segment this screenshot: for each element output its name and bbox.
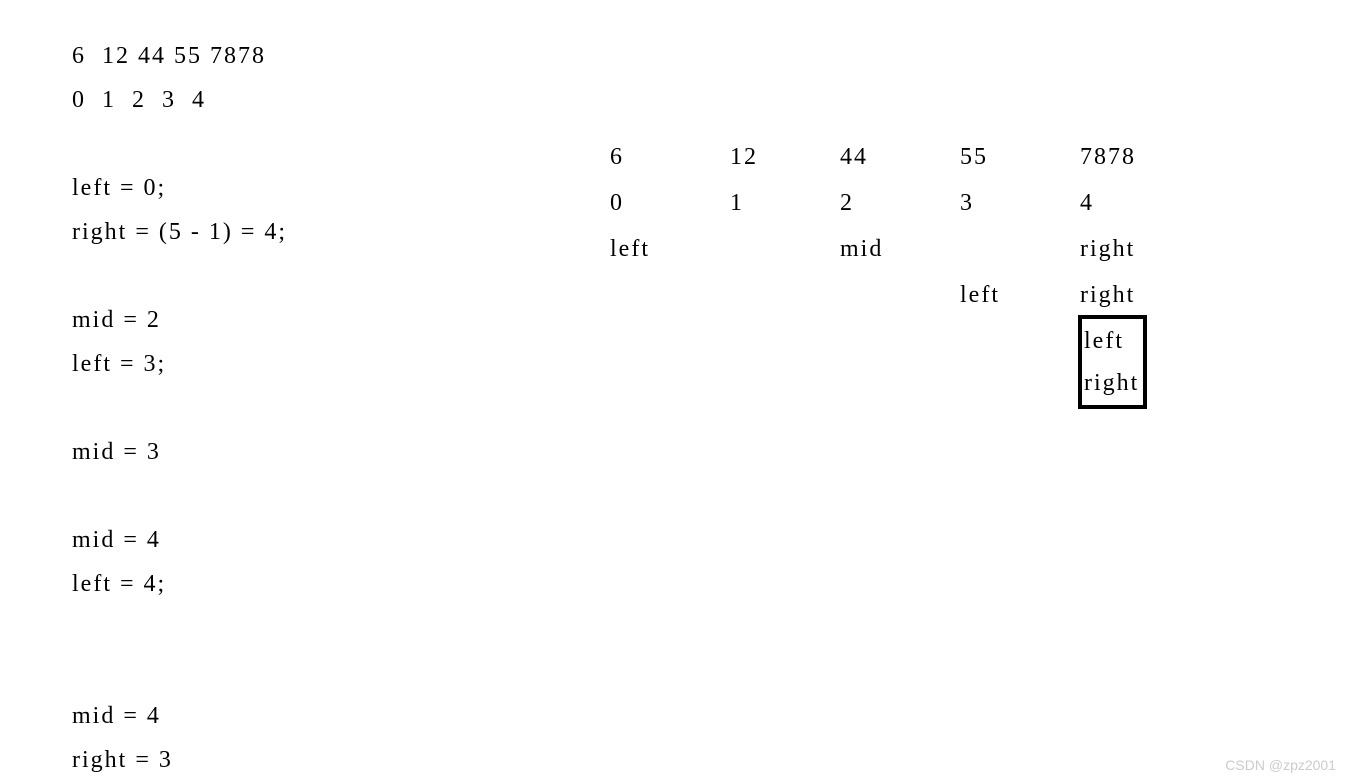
array-indices-line: 0 1 2 3 4 [72, 78, 287, 122]
blank-line [72, 606, 287, 650]
boxed-left-label: left [1084, 320, 1139, 362]
diagram-values-row: 6 12 44 55 7878 [610, 134, 1200, 180]
diagram-indices-row: 0 1 2 3 4 [610, 180, 1200, 226]
diagram-pointer-row-2: left right [610, 272, 1200, 318]
step1-mid-line: mid = 2 [72, 298, 287, 342]
init-right-line: right = (5 - 1) = 4; [72, 210, 287, 254]
step4-right-line: right = 3 [72, 738, 287, 782]
pointer-cell [610, 272, 730, 318]
pointer-cell: left [960, 272, 1080, 318]
pointer-cell: left [610, 226, 730, 272]
watermark-text: CSDN @zpz2001 [1225, 757, 1336, 773]
blank-line [72, 254, 287, 298]
value-cell: 6 [610, 134, 730, 180]
index-cell: 4 [1080, 180, 1200, 226]
value-cell: 55 [960, 134, 1080, 180]
diagram-pointer-row-1: left mid right [610, 226, 1200, 272]
right-diagram-column: 6 12 44 55 7878 0 1 2 3 4 left mid right… [610, 134, 1200, 318]
blank-line [72, 474, 287, 518]
blank-line [72, 386, 287, 430]
step2-mid-line: mid = 3 [72, 430, 287, 474]
pointer-cell [730, 226, 840, 272]
blank-line [72, 650, 287, 694]
boxed-right-label: right [1084, 362, 1139, 404]
step3-mid-line: mid = 4 [72, 518, 287, 562]
init-left-line: left = 0; [72, 166, 287, 210]
final-pointer-box: left right [1078, 315, 1147, 409]
array-values-line: 6 12 44 55 7878 [72, 34, 287, 78]
index-cell: 1 [730, 180, 840, 226]
pointer-cell: mid [840, 226, 960, 272]
blank-line [72, 122, 287, 166]
value-cell: 7878 [1080, 134, 1200, 180]
pointer-cell [840, 272, 960, 318]
pointer-cell: right [1080, 226, 1200, 272]
step3-left-line: left = 4; [72, 562, 287, 606]
pointer-cell [960, 226, 1080, 272]
left-trace-column: 6 12 44 55 7878 0 1 2 3 4 left = 0; righ… [72, 34, 287, 782]
value-cell: 44 [840, 134, 960, 180]
index-cell: 2 [840, 180, 960, 226]
pointer-cell: right [1080, 272, 1200, 318]
step4-mid-line: mid = 4 [72, 694, 287, 738]
value-cell: 12 [730, 134, 840, 180]
step1-left-line: left = 3; [72, 342, 287, 386]
pointer-cell [730, 272, 840, 318]
index-cell: 3 [960, 180, 1080, 226]
index-cell: 0 [610, 180, 730, 226]
